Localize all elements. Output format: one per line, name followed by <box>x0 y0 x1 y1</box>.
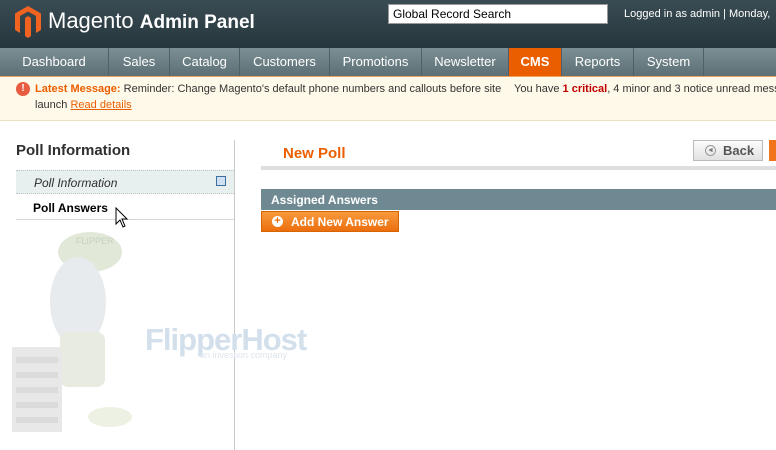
sidebar-divider <box>234 140 235 450</box>
tab-poll-information-label: Poll Information <box>34 176 118 190</box>
add-new-answer-label: Add New Answer <box>291 215 389 229</box>
app-title: Magento Admin Panel <box>48 8 255 33</box>
global-search-input[interactable]: Global Record Search <box>388 4 608 24</box>
sidebar-title: Poll Information <box>16 142 131 159</box>
tab-poll-information[interactable]: Poll Information <box>16 170 234 194</box>
nav-cms[interactable]: CMS <box>509 48 562 76</box>
tab-poll-answers-label: Poll Answers <box>33 201 108 215</box>
nav-catalog[interactable]: Catalog <box>170 48 240 76</box>
magento-logo-icon <box>15 6 41 38</box>
main-nav: Dashboard Sales Catalog Customers Promot… <box>0 48 776 77</box>
save-icon <box>216 176 226 186</box>
nav-system[interactable]: System <box>634 48 704 76</box>
section-title: Assigned Answers <box>271 193 378 207</box>
header-bar: Magento Admin Panel Global Record Search… <box>0 0 776 48</box>
next-button-edge[interactable] <box>769 140 776 161</box>
critical-count-link[interactable]: 1 critical <box>563 83 608 95</box>
watermark-subtitle: an investion company <box>200 350 288 360</box>
page-title: New Poll <box>283 145 346 162</box>
latest-message: Latest Message: Reminder: Change Magento… <box>35 83 502 95</box>
flipper-mascot-icon: FLIPPER <box>12 232 132 432</box>
nav-dashboard[interactable]: Dashboard <box>0 48 109 76</box>
message-bar: ! Latest Message: Reminder: Change Magen… <box>0 77 776 121</box>
back-arrow-icon: ◄ <box>705 145 716 156</box>
nav-newsletter[interactable]: Newsletter <box>422 48 509 76</box>
back-button[interactable]: ◄ Back <box>693 140 763 161</box>
assigned-answers-header: Assigned Answers <box>261 189 776 210</box>
nav-sales[interactable]: Sales <box>109 48 170 76</box>
nav-promotions[interactable]: Promotions <box>330 48 422 76</box>
back-button-label: Back <box>723 143 755 158</box>
read-details-link[interactable]: Read details <box>70 99 131 111</box>
warning-icon: ! <box>16 82 30 96</box>
nav-reports[interactable]: Reports <box>562 48 634 76</box>
plus-icon: + <box>272 216 283 227</box>
svg-text:FLIPPER: FLIPPER <box>76 236 114 246</box>
add-new-answer-button[interactable]: + Add New Answer <box>261 211 399 232</box>
nav-customers[interactable]: Customers <box>240 48 330 76</box>
latest-message-cont: launch Read details <box>35 99 132 111</box>
login-info: Logged in as admin | Monday, <box>624 8 771 20</box>
unread-messages-summary: You have 1 critical, 4 minor and 3 notic… <box>514 83 776 95</box>
title-divider <box>261 166 776 170</box>
